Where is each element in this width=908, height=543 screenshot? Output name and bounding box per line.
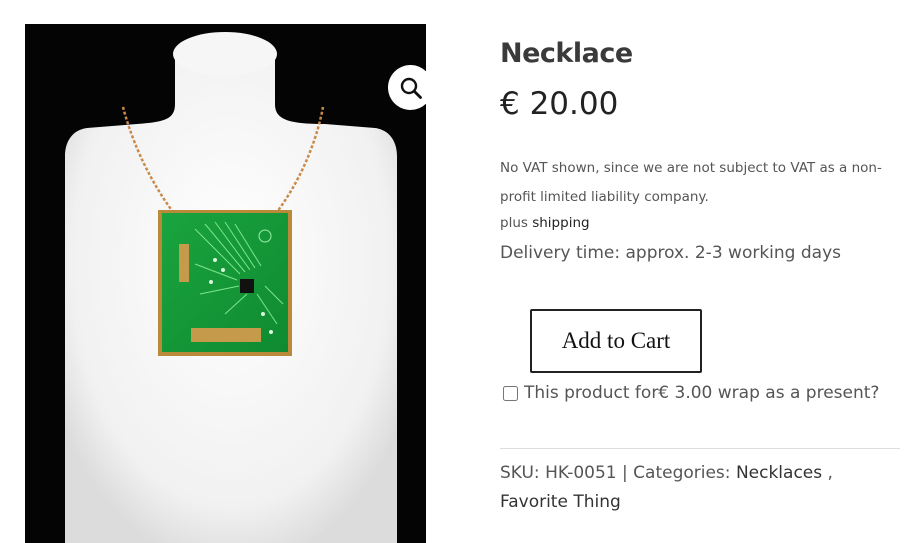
gift-wrap-checkbox[interactable] xyxy=(503,385,518,401)
gift-wrap-option[interactable]: This product for€ 3.00 wrap as a present… xyxy=(503,383,879,403)
category-separator: , xyxy=(827,463,833,483)
shipping-note: plus shipping xyxy=(500,215,590,231)
gift-wrap-label: This product for€ 3.00 wrap as a present… xyxy=(524,383,880,403)
categories-label: Categories: xyxy=(633,463,731,483)
delivery-time: Delivery time: approx. 2-3 working days xyxy=(500,243,841,263)
product-price: € 20.00 xyxy=(500,86,619,122)
divider xyxy=(500,448,900,449)
category-link-necklaces[interactable]: Necklaces xyxy=(736,463,822,483)
shipping-link[interactable]: shipping xyxy=(532,215,589,231)
necklace-photo xyxy=(25,24,426,543)
add-to-cart-button[interactable]: Add to Cart xyxy=(530,309,702,373)
product-meta: SKU: HK-0051 | Categories: Necklaces , F… xyxy=(500,459,900,517)
shipping-prefix: plus xyxy=(500,215,528,231)
product-image[interactable] xyxy=(25,24,426,543)
vat-note: No VAT shown, since we are not subject t… xyxy=(500,160,882,205)
meta-separator: | xyxy=(622,463,628,483)
zoom-button[interactable] xyxy=(388,65,426,110)
magnifier-icon xyxy=(399,76,423,100)
category-link-favorite-thing[interactable]: Favorite Thing xyxy=(500,492,621,512)
sku-value: HK-0051 xyxy=(545,463,617,483)
product-title: Necklace xyxy=(500,38,633,69)
sku-label: SKU: xyxy=(500,463,540,483)
